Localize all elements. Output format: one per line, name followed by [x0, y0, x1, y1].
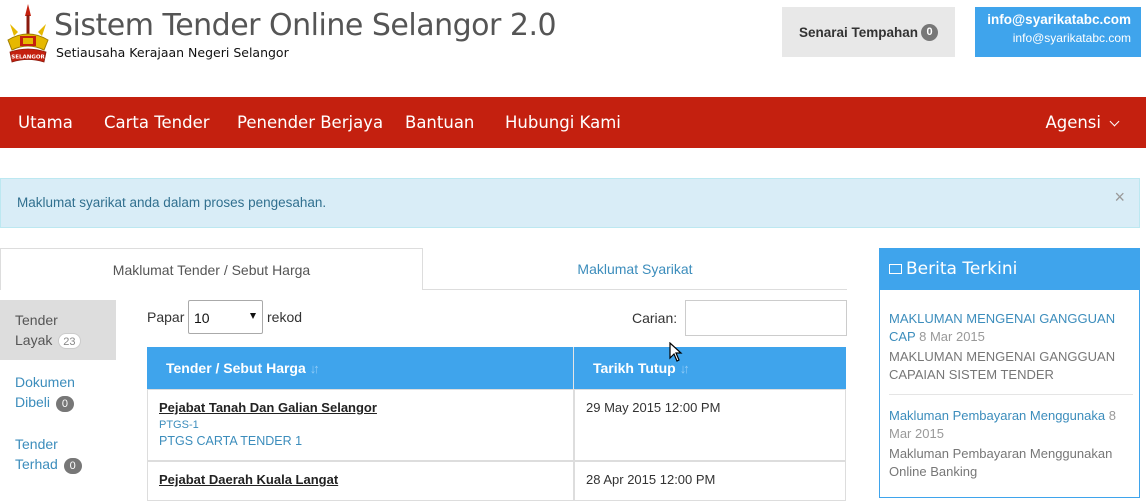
selangor-crest-logo[interactable]: SELANGOR: [4, 2, 52, 66]
records-per-page-select[interactable]: 10: [188, 300, 263, 334]
table-row: Pejabat Tanah Dan Galian Selangor PTGS-1…: [147, 389, 574, 461]
nav-hubungi-kami[interactable]: Hubungi Kami: [505, 97, 621, 148]
news-description: MAKLUMAN MENGENAI GANGGUAN CAPAIAN SISTE…: [889, 349, 1116, 382]
news-description: Makluman Pembayaran Menggunakan Online B…: [889, 446, 1113, 479]
tender-terhad-count-badge: 0: [63, 458, 82, 474]
search-input[interactable]: [685, 300, 847, 336]
closing-date-cell: 29 May 2015 12:00 PM: [574, 389, 846, 461]
papar-label: Papar: [147, 309, 185, 325]
closing-date-cell: 28 Apr 2015 12:00 PM: [574, 461, 846, 501]
column-header-tarikh-tutup[interactable]: Tarikh Tutup ↓↑: [574, 347, 846, 389]
vnav-label: Dokumen: [15, 374, 75, 390]
tender-layak-count-badge: 23: [58, 333, 81, 349]
vnav-label: Tender: [15, 436, 58, 452]
agency-link[interactable]: Pejabat Daerah Kuala Langat: [159, 472, 573, 487]
nav-utama[interactable]: Utama: [18, 97, 73, 148]
table-row: Pejabat Daerah Kuala Langat: [147, 461, 574, 501]
news-divider: [889, 394, 1133, 395]
dokumen-dibeli-count-badge: 0: [55, 396, 74, 412]
senarai-tempahan-label: Senarai Tempahan: [798, 24, 919, 40]
tender-code-link[interactable]: PTGS-1: [159, 419, 573, 431]
news-date: 8 Mar 2015: [919, 329, 985, 344]
tender-category-nav: Tender Layak 23 Dokumen Dibeli 0 Tender …: [0, 300, 116, 494]
tempahan-count-badge: 0: [921, 23, 939, 41]
alert-text: Maklumat syarikat anda dalam proses peng…: [17, 195, 327, 210]
news-item: Makluman Pembayaran Menggunaka 8 Mar 201…: [889, 407, 1133, 481]
vnav-tender-layak[interactable]: Tender Layak 23: [0, 300, 116, 360]
nav-agensi-dropdown[interactable]: Agensi: [1045, 97, 1120, 148]
vnav-tender-terhad[interactable]: Tender Terhad 0: [0, 434, 116, 474]
berita-title: Berita Terkini: [906, 259, 1018, 279]
dropdown-arrow-icon: [250, 313, 256, 319]
user-email: info@syarikatabc.com: [987, 12, 1131, 27]
main-navbar: Utama Carta Tender Penender Berjaya Bant…: [0, 97, 1146, 148]
nav-carta-tender[interactable]: Carta Tender: [104, 97, 210, 148]
sort-icon: ↓↑: [309, 361, 320, 376]
vnav-label: Dibeli: [15, 394, 51, 410]
tab-maklumat-tender[interactable]: Maklumat Tender / Sebut Harga: [0, 248, 423, 290]
agency-link[interactable]: Pejabat Tanah Dan Galian Selangor: [159, 400, 573, 415]
vnav-label: Terhad: [15, 456, 58, 472]
vnav-label: Tender: [15, 312, 58, 328]
tender-name-link[interactable]: PTGS CARTA TENDER 1: [159, 434, 573, 448]
svg-text:SELANGOR: SELANGOR: [11, 55, 45, 61]
info-alert: Maklumat syarikat anda dalam proses peng…: [0, 178, 1140, 228]
newspaper-icon: [889, 264, 902, 274]
rekod-label: rekod: [267, 309, 303, 325]
user-account-button[interactable]: info@syarikatabc.com info@syarikatabc.co…: [975, 7, 1141, 57]
nav-penender-berjaya[interactable]: Penender Berjaya: [237, 97, 383, 148]
tab-maklumat-syarikat[interactable]: Maklumat Syarikat: [423, 248, 847, 290]
news-title-link[interactable]: Makluman Pembayaran Menggunaka: [889, 408, 1105, 423]
mouse-cursor-icon: [669, 342, 683, 362]
nav-bantuan[interactable]: Bantuan: [405, 97, 474, 148]
header: SELANGOR Sistem Tender Online Selangor 2…: [0, 0, 1146, 97]
berita-header: Berita Terkini: [880, 249, 1139, 290]
close-icon[interactable]: ×: [1114, 179, 1125, 215]
senarai-tempahan-button[interactable]: Senarai Tempahan 0: [782, 7, 955, 57]
vnav-dokumen-dibeli[interactable]: Dokumen Dibeli 0: [0, 372, 116, 412]
chevron-down-icon: [1109, 116, 1120, 127]
site-subtitle: Setiausaha Kerajaan Negeri Selangor: [56, 45, 289, 60]
select-value: 10: [194, 310, 210, 326]
news-item: MAKLUMAN MENGENAI GANGGUAN CAP 8 Mar 201…: [889, 310, 1133, 384]
vnav-label: Layak: [15, 332, 53, 348]
carian-label: Carian:: [632, 310, 678, 326]
column-header-tender[interactable]: Tender / Sebut Harga ↓↑: [147, 347, 574, 389]
nav-agensi-label: Agensi: [1045, 113, 1101, 132]
berita-terkini-panel: Berita Terkini MAKLUMAN MENGENAI GANGGUA…: [879, 248, 1140, 498]
user-email-secondary: info@syarikatabc.com: [1012, 31, 1131, 45]
site-title: Sistem Tender Online Selangor 2.0: [54, 8, 557, 43]
